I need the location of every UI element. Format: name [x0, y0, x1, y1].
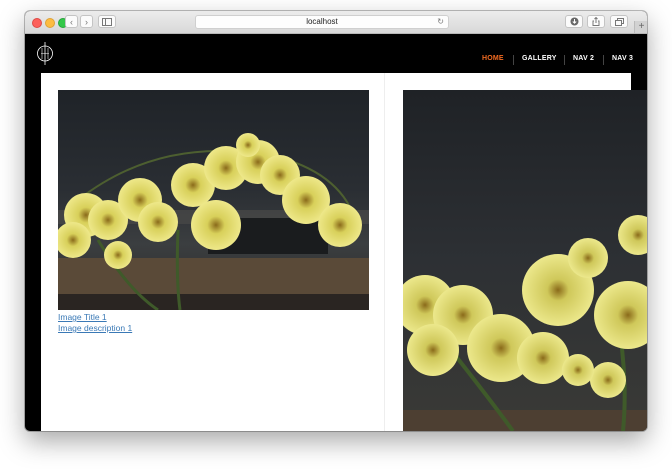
tabs-icon [614, 18, 624, 26]
close-window-button[interactable] [32, 18, 42, 28]
nav-home[interactable]: HOME [482, 55, 504, 65]
nav-gallery[interactable]: GALLERY [522, 55, 557, 65]
gallery-image-1[interactable] [58, 90, 369, 310]
browser-toolbar: ‹ › localhost ↻ + [25, 11, 647, 34]
nav-separator [513, 55, 514, 65]
address-bar[interactable]: localhost ↻ [195, 15, 449, 29]
sidebar-icon [102, 18, 112, 26]
browser-window: ‹ › localhost ↻ + HOME GALLERY NAV 2 NAV… [25, 11, 647, 431]
new-tab-button[interactable]: + [634, 21, 647, 33]
nav-nav-2[interactable]: NAV 2 [573, 55, 594, 65]
forward-button[interactable]: › [80, 15, 93, 28]
share-button[interactable] [587, 15, 605, 28]
chevron-right-icon: › [85, 17, 88, 27]
plus-icon: + [638, 21, 645, 32]
gallery-divider [384, 73, 385, 431]
gallery-image-2[interactable] [403, 90, 647, 431]
back-button[interactable]: ‹ [65, 15, 78, 28]
gallery-content: Image Title 1 Image description 1 [41, 73, 647, 431]
gallery-image-1-description[interactable]: Image description 1 [58, 323, 132, 333]
downloads-button[interactable] [565, 15, 583, 28]
share-icon [592, 16, 600, 26]
reload-icon[interactable]: ↻ [437, 16, 444, 28]
orchid-photo [58, 90, 369, 310]
download-icon [570, 17, 578, 26]
tabs-overview-button[interactable] [610, 15, 628, 28]
url-text: localhost [306, 17, 338, 26]
chevron-left-icon: ‹ [70, 17, 73, 27]
minimize-window-button[interactable] [45, 18, 55, 28]
nav-separator [564, 55, 565, 65]
gallery-image-1-title[interactable]: Image Title 1 [58, 312, 107, 322]
nav-nav-3[interactable]: NAV 3 [612, 55, 633, 65]
nav-separator [603, 55, 604, 65]
orchid-photo [403, 90, 647, 431]
sidebar-button[interactable] [98, 15, 116, 28]
site-logo[interactable] [36, 41, 54, 66]
